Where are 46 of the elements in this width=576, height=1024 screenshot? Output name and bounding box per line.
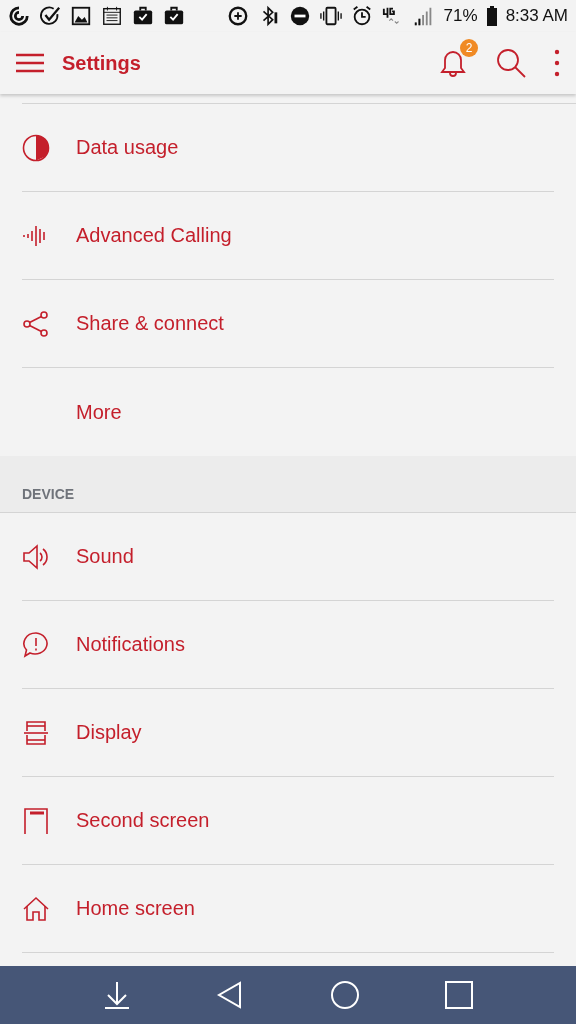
share-icon [22, 309, 50, 338]
settings-item[interactable]: More [22, 368, 554, 456]
calendar-icon [101, 5, 123, 27]
clock: 8:33 AM [505, 6, 568, 26]
speech-bubble-icon [22, 630, 50, 659]
settings-item-label: Second screen [76, 809, 210, 832]
search-button[interactable] [496, 48, 526, 78]
settings-item[interactable]: Second screen [22, 777, 554, 865]
screen-icon [22, 806, 50, 835]
sync-icon [8, 5, 30, 27]
briefcase-icon [132, 5, 154, 27]
battery-icon [486, 6, 497, 26]
menu-button[interactable] [16, 53, 44, 73]
settings-item-label: Display [76, 721, 142, 744]
settings-item-label: Data usage [76, 136, 179, 159]
pie-chart-icon [22, 133, 50, 162]
settings-item[interactable]: Share & connect [22, 280, 554, 368]
settings-item[interactable]: Data usage [22, 104, 554, 192]
settings-item[interactable]: Home screen [22, 865, 554, 953]
settings-item[interactable]: Notifications [22, 601, 554, 689]
settings-item-label: Sound [76, 545, 134, 568]
settings-item-label: Home screen [76, 897, 195, 920]
image-icon [70, 5, 92, 27]
settings-item-label: Notifications [76, 633, 185, 656]
display-icon [22, 718, 50, 747]
data-saver-icon [226, 5, 249, 27]
home-icon [22, 894, 50, 923]
do-not-disturb-icon [288, 5, 311, 27]
recents-button[interactable] [445, 981, 474, 1009]
settings-item-label: Share & connect [76, 312, 224, 335]
home-button[interactable] [329, 980, 360, 1010]
vibrate-icon [319, 5, 342, 27]
settings-item-label: More [76, 400, 122, 424]
notification-badge: 2 [460, 39, 478, 57]
more-options-button[interactable] [554, 49, 560, 77]
screen-title: Settings [62, 51, 142, 75]
check-icon [39, 5, 61, 27]
download-button[interactable] [102, 980, 131, 1010]
briefcase-icon [163, 5, 185, 27]
settings-item[interactable]: Advanced Calling [22, 192, 554, 280]
battery-percentage: 71% [443, 6, 478, 26]
section-title: DEVICE [22, 486, 75, 502]
settings-item[interactable]: Sound [22, 513, 554, 601]
settings-item[interactable]: Display [22, 689, 554, 777]
settings-item-label: Advanced Calling [76, 224, 232, 247]
speaker-icon [22, 542, 50, 571]
